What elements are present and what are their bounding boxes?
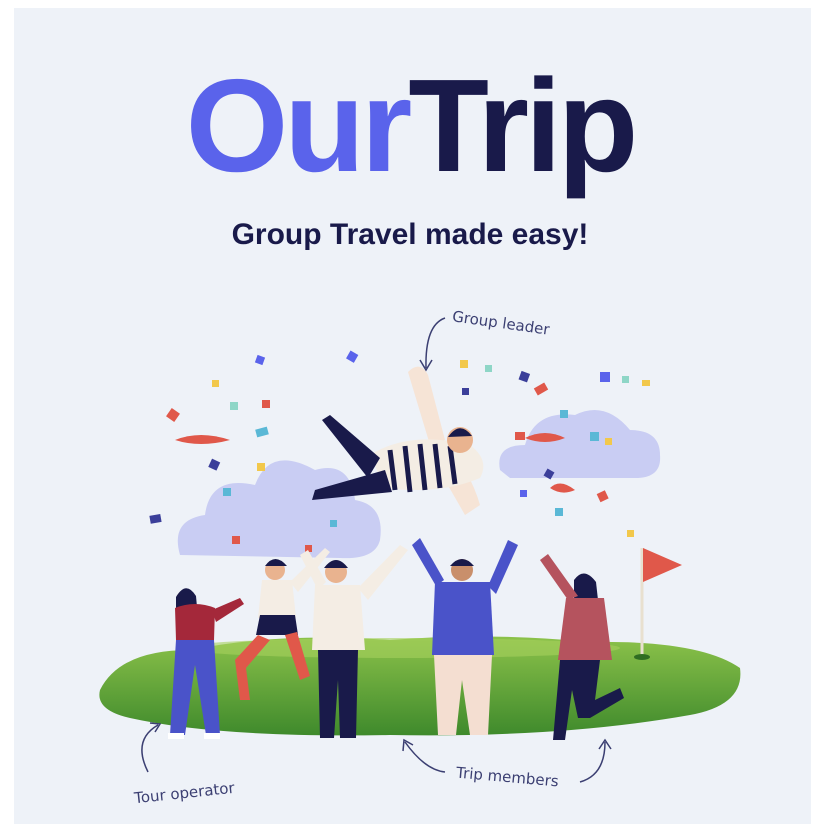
- cloud-right: [499, 410, 661, 478]
- cloud-left: [177, 460, 381, 559]
- golf-flag-icon: [643, 548, 682, 582]
- group-leader-arrow: [425, 317, 446, 369]
- celebration-illustration: [99, 317, 741, 783]
- trip-members-arrow: [404, 741, 446, 773]
- trip-members-arrow-right: [579, 741, 606, 783]
- group-leader-figure: [312, 366, 484, 515]
